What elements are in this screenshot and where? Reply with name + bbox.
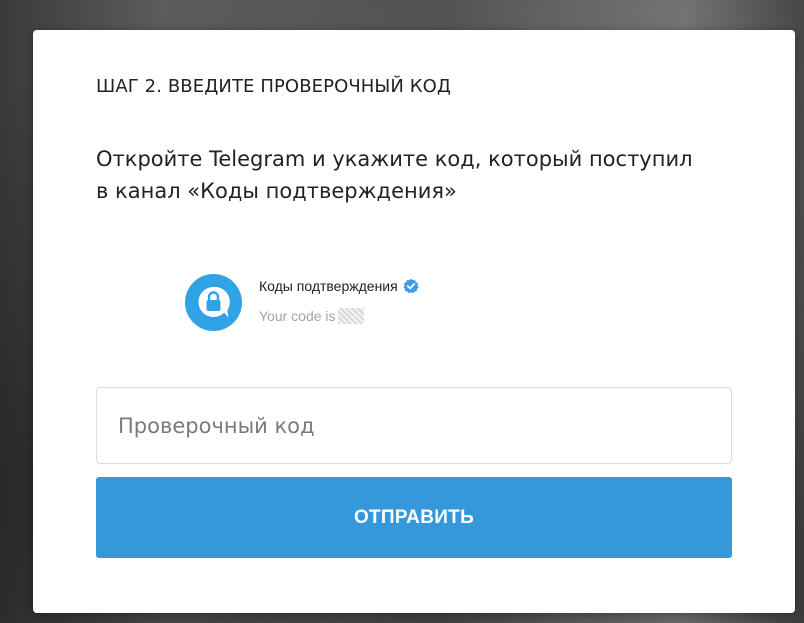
verified-badge-icon <box>403 278 419 294</box>
instruction-text: Откройте Telegram и укажите код, который… <box>96 147 693 203</box>
verification-code-input[interactable] <box>96 387 732 464</box>
channel-avatar <box>185 274 242 331</box>
verification-modal: ШАГ 2. ВВЕДИТЕ ПРОВЕРОЧНЫЙ КОД Откройте … <box>33 30 795 613</box>
channel-name-row: Коды подтверждения <box>259 278 419 294</box>
channel-name: Коды подтверждения <box>259 278 398 294</box>
channel-message: Your code is <box>259 308 364 324</box>
step-title: ШАГ 2. ВВЕДИТЕ ПРОВЕРОЧНЫЙ КОД <box>96 76 452 97</box>
submit-button[interactable]: ОТПРАВИТЬ <box>96 477 732 558</box>
channel-preview: Коды подтверждения Your code is <box>185 274 505 334</box>
lock-icon <box>198 286 230 318</box>
redacted-code <box>337 308 364 324</box>
channel-message-text: Your code is <box>259 308 336 324</box>
